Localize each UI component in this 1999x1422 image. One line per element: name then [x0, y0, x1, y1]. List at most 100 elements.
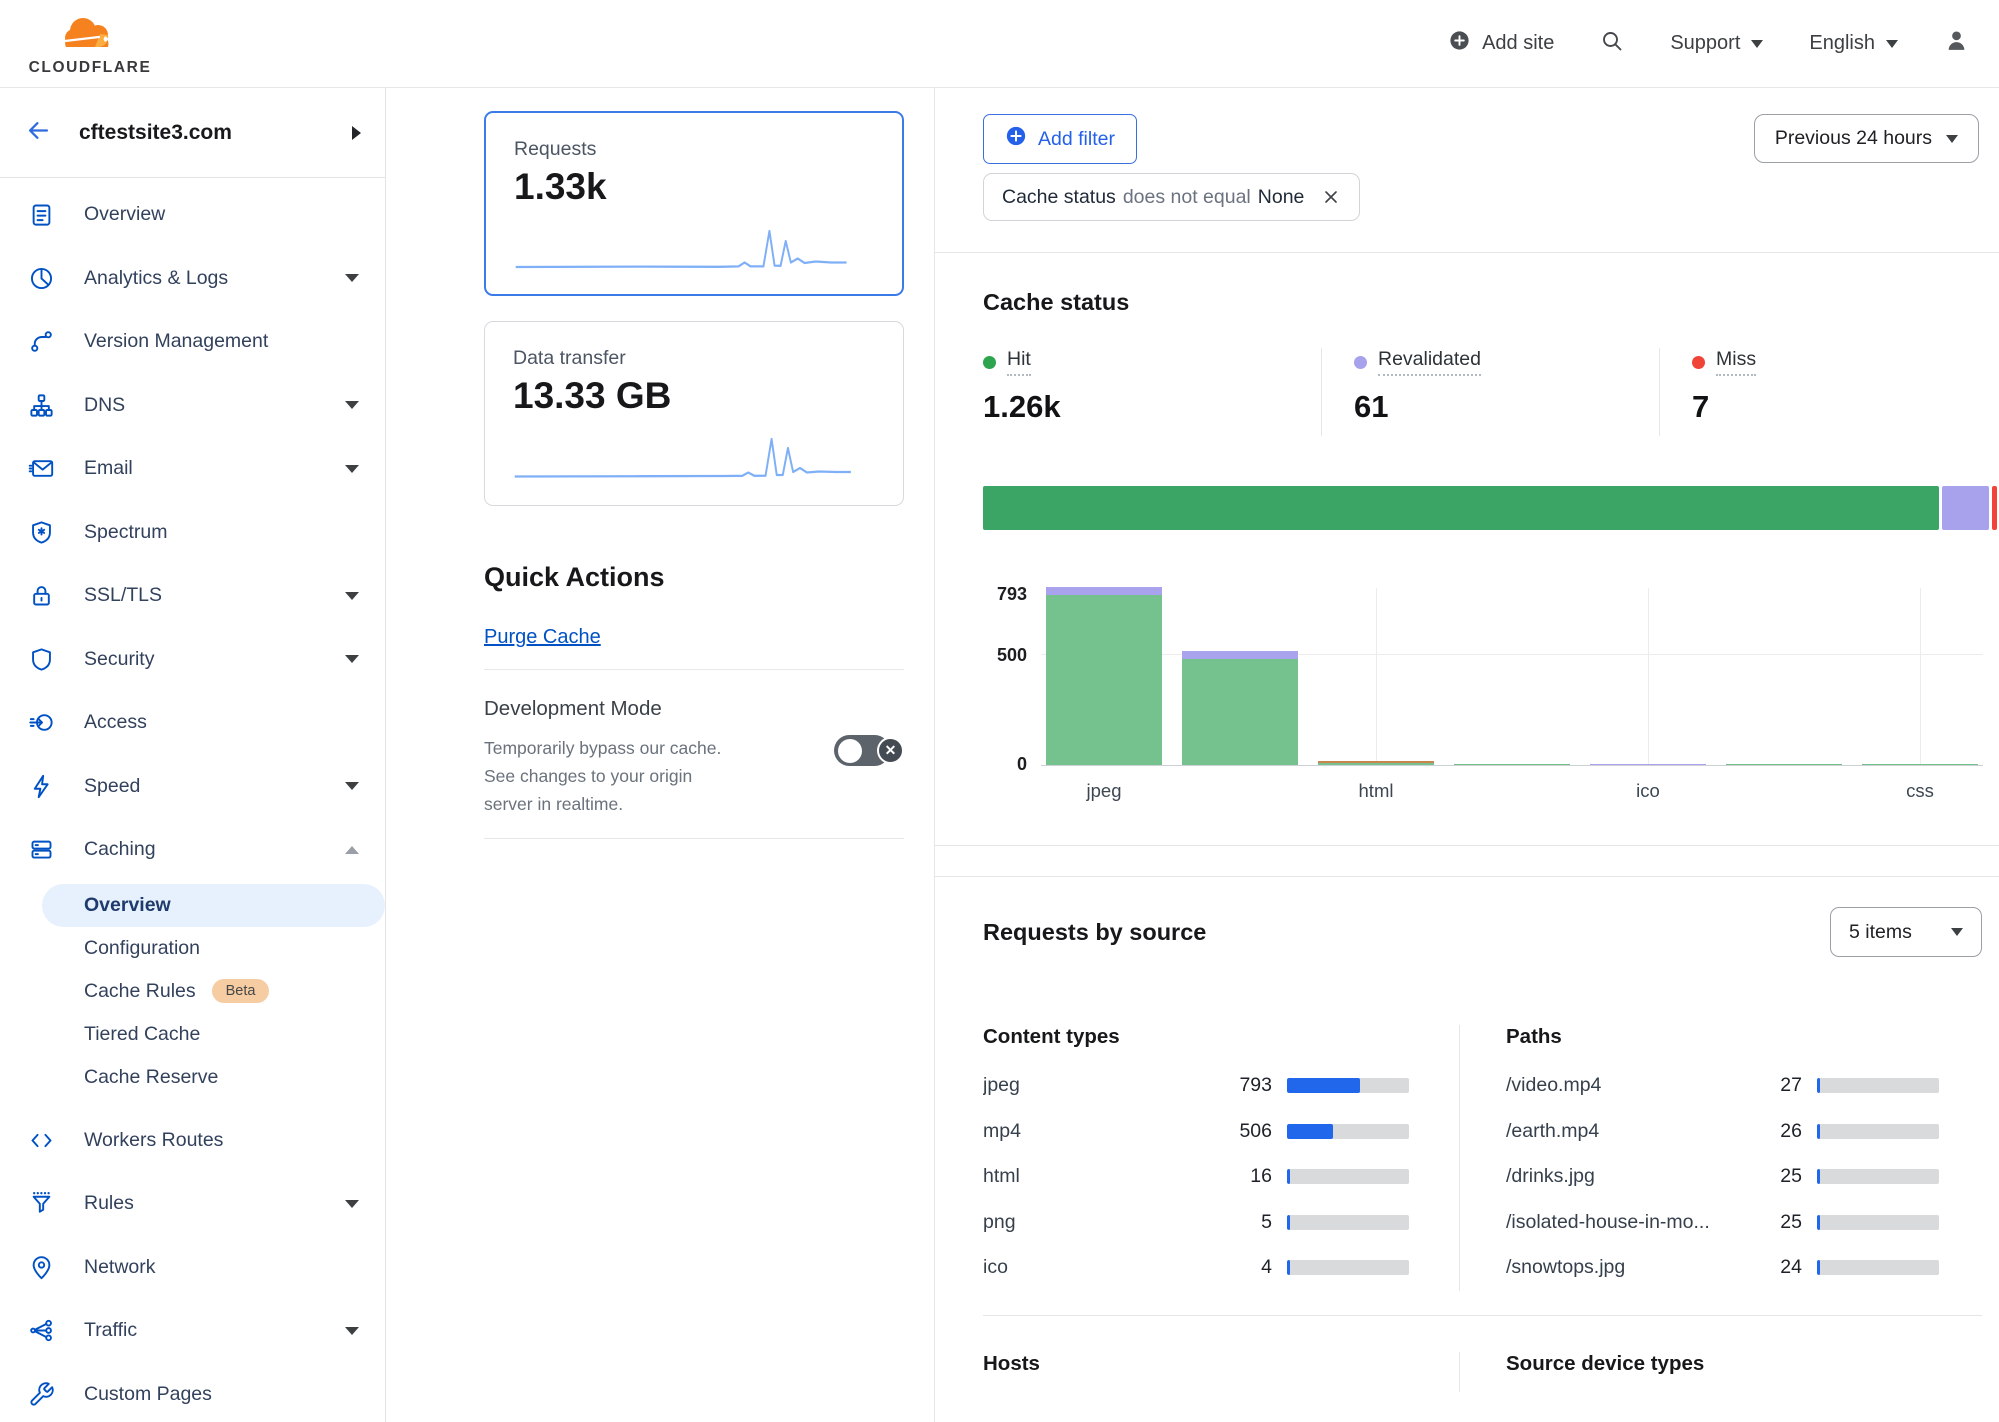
development-mode-description: Temporarily bypass our cache. See change… [484, 734, 736, 818]
support-menu[interactable]: Support [1670, 32, 1763, 55]
stat-bar-fill [1817, 1124, 1820, 1139]
analytics-icon [28, 265, 55, 292]
chart-column [1721, 588, 1847, 765]
beta-badge: Beta [212, 979, 270, 1003]
cloudflare-logo[interactable]: CLOUDFLARE [22, 11, 158, 77]
analytics-column: Add filter Cache status does not equal N… [934, 88, 1999, 1422]
divider [1459, 1025, 1460, 1291]
speed-icon [28, 773, 55, 800]
sidebar-item-custom-pages[interactable]: Custom Pages [0, 1363, 385, 1422]
cache-status-title: Cache status [983, 289, 1997, 316]
cache-status-legend: Hit 1.26k Revalidated 61 Miss 7 [983, 348, 1997, 436]
stat-bar-track [1287, 1078, 1409, 1093]
stat-row-earth-mp4: /earth.mp426 [1506, 1109, 1939, 1155]
stat-bar-track [1817, 1260, 1939, 1275]
account-button[interactable] [1944, 28, 1969, 59]
chart-column-html: html [1313, 588, 1439, 765]
chevron-right-icon[interactable] [352, 126, 361, 140]
chevron-down-icon [345, 401, 359, 409]
stat-bar-fill [1817, 1078, 1820, 1093]
requests-sparkline [514, 222, 874, 274]
sidebar-item-network[interactable]: Network [0, 1236, 385, 1300]
stat-bar-fill [1287, 1124, 1333, 1139]
development-mode-toggle[interactable]: ✕ [834, 735, 904, 766]
add-site-button[interactable]: Add site [1448, 29, 1554, 58]
stat-row-cftestsite3-com: cftestsite3.com1.33k [983, 1390, 1409, 1393]
stat-row-video-mp4: /video.mp427 [1506, 1063, 1939, 1109]
sidebar-subitem-tiered-cache[interactable]: Tiered Cache [42, 1013, 385, 1056]
stat-row-snowtops-jpg: /snowtops.jpg24 [1506, 1245, 1939, 1291]
items-count-dropdown[interactable]: 5 items [1830, 907, 1982, 957]
x-axis-label: ico [1585, 780, 1711, 802]
stat-bar-fill [1287, 1078, 1360, 1093]
y-axis-tick: 793 [983, 584, 1027, 605]
cloudflare-cloud-icon [53, 11, 127, 58]
sidebar-item-overview[interactable]: Overview [0, 183, 385, 247]
search-button[interactable] [1600, 29, 1624, 59]
data-transfer-metric-card[interactable]: Data transfer 13.33 GB [484, 321, 904, 506]
sidebar-subitem-cache-rules[interactable]: Cache RulesBeta [42, 970, 385, 1013]
miss-dot-icon [1692, 356, 1705, 369]
add-filter-button[interactable]: Add filter [983, 114, 1137, 164]
requests-metric-card[interactable]: Requests 1.33k [484, 111, 904, 296]
stat-bar-track [1817, 1078, 1939, 1093]
sidebar-item-traffic[interactable]: Traffic [0, 1299, 385, 1363]
site-header: cftestsite3.com [0, 88, 385, 178]
stat-row-mp4: mp4506 [983, 1109, 1409, 1155]
requests-by-source-panel: Requests by source 5 items Content types… [935, 876, 1999, 1392]
sidebar-item-security[interactable]: Security [0, 628, 385, 692]
paths-group: Paths /video.mp427/earth.mp426/drinks.jp… [1506, 1025, 1939, 1291]
version-management-icon [28, 328, 55, 355]
cloudflare-dashboard: CLOUDFLARE Add site Support English [0, 0, 1999, 1422]
spectrum-icon [28, 519, 55, 546]
language-menu[interactable]: English [1809, 32, 1898, 55]
filter-chip-cache-status[interactable]: Cache status does not equal None [983, 173, 1360, 221]
sidebar-item-workers-routes[interactable]: Workers Routes [0, 1109, 385, 1173]
divider [484, 669, 904, 670]
sidebar-item-rules[interactable]: Rules [0, 1172, 385, 1236]
email-icon [28, 455, 55, 482]
cache-status-stacked-bar [983, 486, 1997, 530]
close-icon[interactable] [1321, 187, 1341, 207]
back-arrow-icon[interactable] [25, 117, 52, 149]
divider [1459, 1352, 1460, 1393]
overview-icon [28, 201, 55, 228]
stat-bar-fill [1287, 1169, 1290, 1184]
sidebar-item-ssl-tls[interactable]: SSL/TLS [0, 564, 385, 628]
sidebar-item-caching[interactable]: Caching [0, 818, 385, 882]
legend-miss: Miss 7 [1659, 348, 1997, 436]
chevron-down-icon [345, 1200, 359, 1208]
stat-bar-fill [1287, 1260, 1290, 1275]
cache-status-bar-chart: jpeghtmlicocss 7935000 [983, 588, 1997, 810]
stat-bar-track [1287, 1260, 1409, 1275]
divider [484, 838, 904, 839]
sidebar-item-analytics-logs[interactable]: Analytics & Logs [0, 247, 385, 311]
plus-circle-icon [1448, 29, 1471, 58]
stacked-segment-miss [1992, 486, 1997, 530]
sidebar-subitem-overview[interactable]: Overview [42, 884, 385, 927]
access-icon [28, 709, 55, 736]
sidebar-item-spectrum[interactable]: Spectrum [0, 501, 385, 565]
sidebar-item-speed[interactable]: Speed [0, 755, 385, 819]
sidebar-item-email[interactable]: Email [0, 437, 385, 501]
sidebar-nav: OverviewAnalytics & LogsVersion Manageme… [0, 178, 385, 1422]
chevron-down-icon [345, 1327, 359, 1335]
sidebar-item-dns[interactable]: DNS [0, 374, 385, 438]
hit-dot-icon [983, 356, 996, 369]
toggle-off-x-icon: ✕ [877, 737, 904, 764]
x-axis-label: css [1857, 780, 1983, 802]
legend-revalidated: Revalidated 61 [1321, 348, 1659, 436]
purge-cache-link[interactable]: Purge Cache [484, 626, 601, 649]
stat-row-drinks-jpg: /drinks.jpg25 [1506, 1154, 1939, 1200]
sidebar-subitem-cache-reserve[interactable]: Cache Reserve [42, 1056, 385, 1099]
cache-status-panel: Cache status Hit 1.26k Revalidated 61 Mi… [935, 253, 1999, 846]
quick-actions-title: Quick Actions [484, 562, 904, 593]
time-range-dropdown[interactable]: Previous 24 hours [1754, 114, 1979, 163]
stat-row-desktop: Desktop1.33k [1506, 1390, 1939, 1393]
chart-column [1449, 588, 1575, 765]
sidebar-item-access[interactable]: Access [0, 691, 385, 755]
sidebar-item-version-management[interactable]: Version Management [0, 310, 385, 374]
chevron-up-icon [345, 846, 359, 854]
sidebar-subitem-configuration[interactable]: Configuration [42, 927, 385, 970]
chevron-down-icon [345, 655, 359, 663]
